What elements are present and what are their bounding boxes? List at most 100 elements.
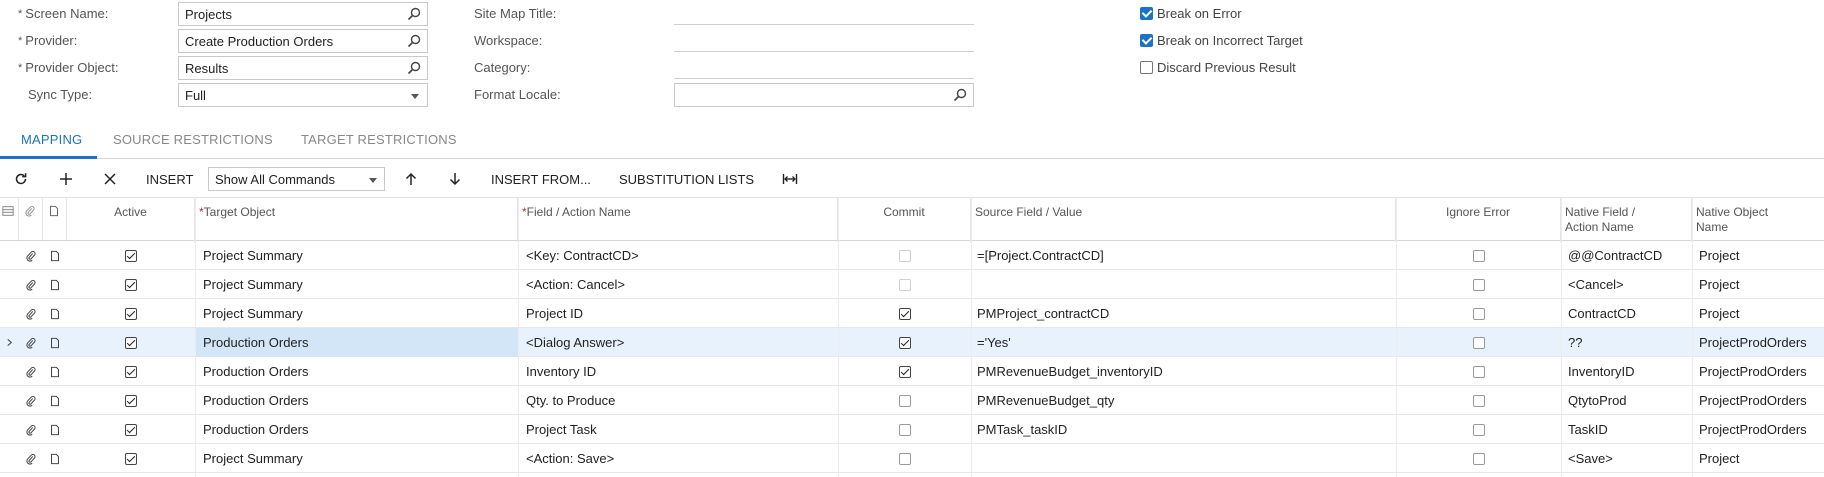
ignore-error-checkbox[interactable] [1472,307,1485,320]
ignore-error-cell[interactable] [1396,444,1561,473]
commit-checkbox[interactable] [898,423,911,436]
field-action-cell[interactable]: Project Task [518,415,838,444]
ignore-error-checkbox[interactable] [1472,336,1485,349]
commit-cell[interactable] [838,386,971,415]
commands-filter-select[interactable]: Show All Commands [208,167,385,191]
ignore-error-cell[interactable] [1396,270,1561,299]
refresh-button[interactable] [13,167,29,191]
row-selector[interactable] [0,328,19,357]
ignore-error-cell[interactable] [1396,386,1561,415]
paperclip-icon[interactable] [19,241,43,270]
format-locale-field[interactable] [674,83,974,107]
row-selector[interactable] [0,386,19,415]
commit-cell[interactable] [838,299,971,328]
target-object-cell[interactable]: Project Summary [195,270,518,299]
move-down-button[interactable] [447,167,463,191]
field-action-column-header[interactable]: *Field / Action Name [518,198,838,242]
provider-field[interactable]: Create Production Orders [178,29,428,53]
move-up-button[interactable] [403,167,419,191]
commit-checkbox[interactable] [898,365,911,378]
ignore-error-checkbox[interactable] [1472,278,1485,291]
field-action-cell[interactable]: Qty. to Produce [518,386,838,415]
ignore-error-column-header[interactable]: Ignore Error [1396,198,1561,242]
tab-mapping[interactable]: MAPPING [21,132,82,147]
discard-previous-result-checkbox[interactable]: Discard Previous Result [1140,60,1296,75]
ignore-error-checkbox[interactable] [1472,394,1485,407]
active-column-header[interactable]: Active [67,198,195,242]
commit-checkbox[interactable] [898,452,911,465]
commit-cell[interactable] [838,270,971,299]
commit-checkbox[interactable] [898,394,911,407]
note-icon[interactable] [43,299,67,328]
ignore-error-cell[interactable] [1396,241,1561,270]
row-selector[interactable] [0,241,19,270]
source-field-cell[interactable]: PMTask_taskID [971,415,1396,444]
active-checkbox[interactable] [125,307,137,320]
commit-cell[interactable] [838,357,971,386]
active-cell[interactable] [67,415,195,444]
active-checkbox[interactable] [125,452,137,465]
table-row[interactable]: Production Orders Qty. to Produce PMRevenu… [0,386,1824,415]
ignore-error-cell[interactable] [1396,357,1561,386]
ignore-error-checkbox[interactable] [1472,249,1485,262]
note-icon[interactable] [43,241,67,270]
note-icon[interactable] [43,386,67,415]
break-on-error-checkbox[interactable]: Break on Error [1140,6,1242,21]
tab-target-restrictions[interactable]: TARGET RESTRICTIONS [301,132,457,147]
paperclip-icon[interactable] [19,415,43,444]
active-cell[interactable] [67,241,195,270]
insert-from-button[interactable]: INSERT FROM... [491,167,591,191]
commit-cell[interactable] [838,444,971,473]
note-icon[interactable] [43,270,67,299]
table-row[interactable]: Production Orders Inventory ID PMRevenueBu… [0,357,1824,386]
active-cell[interactable] [67,328,195,357]
commit-checkbox[interactable] [898,249,911,262]
note-icon[interactable] [43,415,67,444]
paperclip-icon[interactable] [19,444,43,473]
target-object-cell[interactable]: Project Summary [195,444,518,473]
ignore-error-cell[interactable] [1396,328,1561,357]
source-field-cell[interactable]: PMProject_contractCD [971,299,1396,328]
ignore-error-cell[interactable] [1396,415,1561,444]
delete-row-button[interactable] [102,167,118,191]
provider-object-field[interactable]: Results [178,56,428,80]
target-object-cell[interactable]: Project Summary [195,299,518,328]
search-icon[interactable] [406,6,422,22]
field-action-cell[interactable]: <Action: Save> [518,444,838,473]
substitution-lists-button[interactable]: SUBSTITUTION LISTS [619,167,754,191]
target-object-column-header[interactable]: *Target Object [195,198,518,242]
table-row[interactable]: Project Summary <Action: Cancel> <Cancel> P… [0,270,1824,299]
row-selector[interactable] [0,415,19,444]
ignore-error-cell[interactable] [1396,299,1561,328]
search-icon[interactable] [952,87,968,103]
field-action-cell[interactable]: <Key: ContractCD> [518,241,838,270]
row-selector[interactable] [0,357,19,386]
table-row[interactable]: Project Summary <Action: Save> <Save> Proje… [0,444,1824,473]
active-cell[interactable] [67,357,195,386]
target-object-cell[interactable]: Production Orders [195,328,518,357]
table-row[interactable]: Project Summary Project ID PMProject_contr… [0,299,1824,328]
tab-source-restrictions[interactable]: SOURCE RESTRICTIONS [113,132,273,147]
row-selector[interactable] [0,444,19,473]
column-settings-header[interactable] [0,198,19,242]
source-field-column-header[interactable]: Source Field / Value [971,198,1396,242]
row-selector[interactable] [0,270,19,299]
target-object-cell[interactable]: Production Orders [195,415,518,444]
note-icon[interactable] [43,328,67,357]
screen-name-field[interactable]: Projects [178,2,428,26]
checkbox-checked[interactable] [1140,7,1153,20]
paperclip-icon[interactable] [19,299,43,328]
commit-checkbox[interactable] [898,278,911,291]
commit-checkbox[interactable] [898,307,911,320]
table-row[interactable]: Project Summary <Key: ContractCD> =[Projec… [0,241,1824,270]
search-icon[interactable] [406,60,422,76]
search-icon[interactable] [406,33,422,49]
active-cell[interactable] [67,299,195,328]
active-checkbox[interactable] [125,249,137,262]
note-icon[interactable] [43,357,67,386]
source-field-cell[interactable]: ='Yes' [971,328,1396,357]
table-settings-icon[interactable] [2,205,14,217]
note-icon[interactable] [43,444,67,473]
active-checkbox[interactable] [125,278,137,291]
commit-column-header[interactable]: Commit [838,198,971,242]
